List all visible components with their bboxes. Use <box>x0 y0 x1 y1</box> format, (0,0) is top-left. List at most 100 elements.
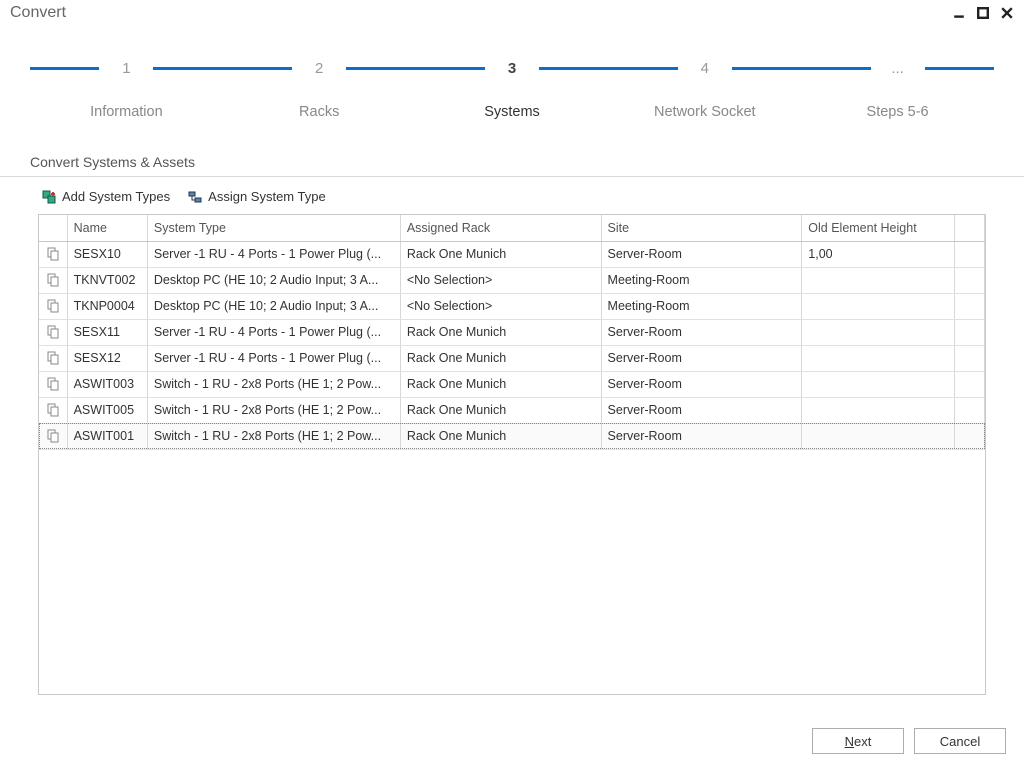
cell-name[interactable]: TKNVT002 <box>67 267 147 293</box>
row-type-icon <box>39 293 67 319</box>
step-number: ... <box>891 60 904 77</box>
table-row[interactable]: ASWIT003Switch - 1 RU - 2x8 Ports (HE 1;… <box>39 371 985 397</box>
assign-type-icon <box>188 190 202 204</box>
toolbar: Add System Types Assign System Type <box>0 177 1024 214</box>
step-number: 4 <box>701 60 709 77</box>
wizard-stepper: 1 Information 2 Racks 3 Systems 4 Networ… <box>0 24 1024 126</box>
cell-site[interactable]: Meeting-Room <box>601 267 802 293</box>
table-row[interactable]: ASWIT005Switch - 1 RU - 2x8 Ports (HE 1;… <box>39 397 985 423</box>
cell-assigned-rack[interactable]: <No Selection> <box>400 293 601 319</box>
cell-assigned-rack[interactable]: Rack One Munich <box>400 397 601 423</box>
step-more[interactable]: ... Steps 5-6 <box>801 46 994 120</box>
cell-site[interactable]: Meeting-Room <box>601 293 802 319</box>
cell-system-type[interactable]: Switch - 1 RU - 2x8 Ports (HE 1; 2 Pow..… <box>147 371 400 397</box>
step-number: 2 <box>315 60 323 77</box>
systems-grid[interactable]: Name System Type Assigned Rack Site Old … <box>38 214 986 695</box>
step-racks[interactable]: 2 Racks <box>223 46 416 120</box>
col-header-system-type[interactable]: System Type <box>147 215 400 241</box>
table-row[interactable]: TKNVT002Desktop PC (HE 10; 2 Audio Input… <box>39 267 985 293</box>
cell-old-height[interactable] <box>802 319 955 345</box>
window-title: Convert <box>10 4 66 22</box>
cell-system-type[interactable]: Switch - 1 RU - 2x8 Ports (HE 1; 2 Pow..… <box>147 397 400 423</box>
cell-trailing <box>954 371 984 397</box>
cell-site[interactable]: Server-Room <box>601 371 802 397</box>
row-type-icon <box>39 319 67 345</box>
cell-system-type[interactable]: Server -1 RU - 4 Ports - 1 Power Plug (.… <box>147 241 400 267</box>
assign-system-type-label: Assign System Type <box>208 189 326 204</box>
cell-trailing <box>954 293 984 319</box>
row-type-icon <box>39 423 67 449</box>
cell-name[interactable]: ASWIT001 <box>67 423 147 449</box>
row-type-icon <box>39 371 67 397</box>
cell-old-height[interactable]: 1,00 <box>802 241 955 267</box>
cell-system-type[interactable]: Server -1 RU - 4 Ports - 1 Power Plug (.… <box>147 319 400 345</box>
cell-site[interactable]: Server-Room <box>601 241 802 267</box>
assign-system-type-button[interactable]: Assign System Type <box>188 189 326 204</box>
cell-assigned-rack[interactable]: Rack One Munich <box>400 371 601 397</box>
cell-name[interactable]: TKNP0004 <box>67 293 147 319</box>
wizard-footer: Next Cancel <box>812 728 1006 754</box>
step-number: 3 <box>508 60 516 77</box>
cell-old-height[interactable] <box>802 423 955 449</box>
col-header-icon[interactable] <box>39 215 67 241</box>
cell-assigned-rack[interactable]: <No Selection> <box>400 267 601 293</box>
add-system-types-button[interactable]: Add System Types <box>42 189 170 204</box>
cell-trailing <box>954 397 984 423</box>
cancel-button[interactable]: Cancel <box>914 728 1006 754</box>
cell-old-height[interactable] <box>802 397 955 423</box>
cell-system-type[interactable]: Server -1 RU - 4 Ports - 1 Power Plug (.… <box>147 345 400 371</box>
table-row[interactable]: SESX11Server -1 RU - 4 Ports - 1 Power P… <box>39 319 985 345</box>
window-controls <box>950 4 1016 22</box>
step-network-socket[interactable]: 4 Network Socket <box>608 46 801 120</box>
cell-system-type[interactable]: Desktop PC (HE 10; 2 Audio Input; 3 A... <box>147 293 400 319</box>
row-type-icon <box>39 345 67 371</box>
maximize-button[interactable] <box>974 4 992 22</box>
table-row[interactable]: SESX12Server -1 RU - 4 Ports - 1 Power P… <box>39 345 985 371</box>
table-row[interactable]: ASWIT001Switch - 1 RU - 2x8 Ports (HE 1;… <box>39 423 985 449</box>
col-header-site[interactable]: Site <box>601 215 802 241</box>
step-information[interactable]: 1 Information <box>30 46 223 120</box>
cell-site[interactable]: Server-Room <box>601 397 802 423</box>
cell-old-height[interactable] <box>802 371 955 397</box>
cell-name[interactable]: SESX10 <box>67 241 147 267</box>
step-systems[interactable]: 3 Systems <box>416 46 609 120</box>
next-button[interactable]: Next <box>812 728 904 754</box>
cell-assigned-rack[interactable]: Rack One Munich <box>400 345 601 371</box>
cell-assigned-rack[interactable]: Rack One Munich <box>400 319 601 345</box>
cell-name[interactable]: ASWIT005 <box>67 397 147 423</box>
cell-name[interactable]: SESX11 <box>67 319 147 345</box>
close-button[interactable] <box>998 4 1016 22</box>
cell-site[interactable]: Server-Room <box>601 319 802 345</box>
minimize-button[interactable] <box>950 4 968 22</box>
cell-system-type[interactable]: Desktop PC (HE 10; 2 Audio Input; 3 A... <box>147 267 400 293</box>
col-header-name[interactable]: Name <box>67 215 147 241</box>
cell-trailing <box>954 319 984 345</box>
cell-site[interactable]: Server-Room <box>601 345 802 371</box>
add-types-icon <box>42 190 56 204</box>
cell-name[interactable]: ASWIT003 <box>67 371 147 397</box>
cell-old-height[interactable] <box>802 345 955 371</box>
row-type-icon <box>39 267 67 293</box>
cell-trailing <box>954 241 984 267</box>
cell-assigned-rack[interactable]: Rack One Munich <box>400 423 601 449</box>
col-header-trailing[interactable] <box>954 215 984 241</box>
cell-system-type[interactable]: Switch - 1 RU - 2x8 Ports (HE 1; 2 Pow..… <box>147 423 400 449</box>
table-row[interactable]: SESX10Server -1 RU - 4 Ports - 1 Power P… <box>39 241 985 267</box>
cell-name[interactable]: SESX12 <box>67 345 147 371</box>
section-title: Convert Systems & Assets <box>0 134 1024 177</box>
cell-trailing <box>954 345 984 371</box>
cell-site[interactable]: Server-Room <box>601 423 802 449</box>
table-row[interactable]: TKNP0004Desktop PC (HE 10; 2 Audio Input… <box>39 293 985 319</box>
row-type-icon <box>39 397 67 423</box>
next-button-rest: ext <box>854 734 871 749</box>
row-type-icon <box>39 241 67 267</box>
next-button-hotkey: N <box>845 734 854 749</box>
step-label: Information <box>30 104 223 120</box>
step-label: Network Socket <box>608 104 801 120</box>
cell-old-height[interactable] <box>802 293 955 319</box>
col-header-old-height[interactable]: Old Element Height <box>802 215 955 241</box>
col-header-assigned-rack[interactable]: Assigned Rack <box>400 215 601 241</box>
cell-trailing <box>954 267 984 293</box>
cell-assigned-rack[interactable]: Rack One Munich <box>400 241 601 267</box>
cell-old-height[interactable] <box>802 267 955 293</box>
